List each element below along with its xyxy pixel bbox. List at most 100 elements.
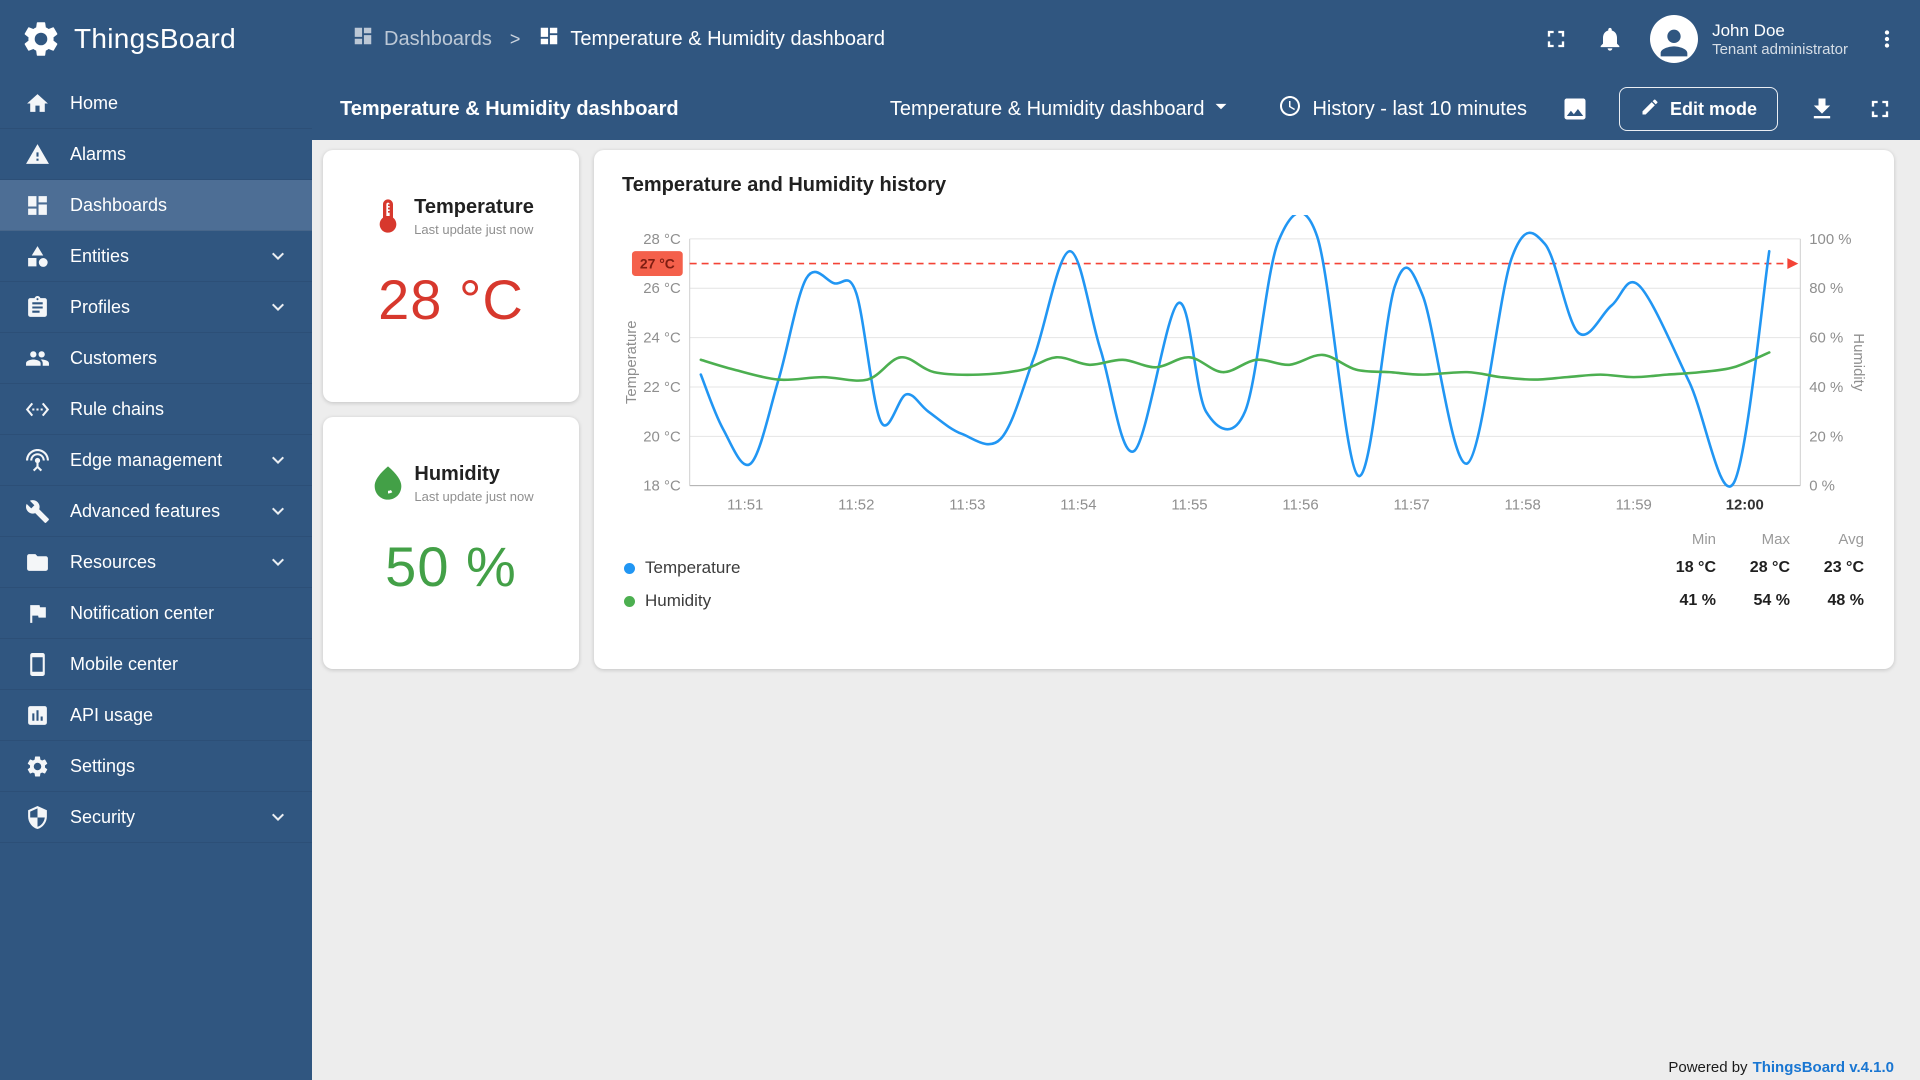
dashboard-title: Temperature & Humidity dashboard [340,97,679,120]
user-menu[interactable]: John Doe Tenant administrator [1650,15,1848,63]
state-select-label: Temperature & Humidity dashboard [889,97,1205,120]
sidebar-item-resources[interactable]: Resources [0,537,312,588]
history-chart-svg: 18 °C 20 °C 22 °C 24 °C 26 °C 28 °C 0 % 20 % 40 … [623,215,1866,514]
history-chart[interactable]: 18 °C 20 °C 22 °C 24 °C 26 °C 28 °C 0 % 20 % 40 … [622,215,1866,518]
powered-by-footer: Powered by ThingsBoard v.4.1.0 [1668,1059,1894,1076]
series-avg-value: 48 % [1827,592,1864,610]
toolbar-center: Temperature & Humidity dashboard History… [890,93,1527,125]
sidebar-item-label: Notification center [70,602,215,623]
sidebar-item-label: Resources [70,551,157,572]
fullscreen-icon[interactable] [1542,25,1570,53]
alarms-icon [25,142,50,167]
breadcrumb-current-dashboard[interactable]: Temperature & Humidity dashboard [538,25,885,53]
svg-text:20 %: 20 % [1809,428,1843,445]
series-max-value: 28 °C [1749,559,1790,577]
svg-text:11:51: 11:51 [727,497,763,514]
resources-icon [25,550,50,575]
timewindow-button[interactable]: History - last 10 minutes [1278,94,1527,124]
chart-legend: Min Max Avg Temperature 18 °C 28 °C 23 °C Humid… [622,528,1866,618]
sidebar-item-api-usage[interactable]: API usage [0,690,312,741]
clock-icon [1278,94,1302,124]
chevron-down-icon [266,805,290,829]
dashboard-toolbar: Temperature & Humidity dashboard Tempera… [312,78,1920,140]
svg-text:100 %: 100 % [1809,231,1851,248]
sidebar-item-label: Alarms [70,143,127,164]
sidebar-item-mobile-center[interactable]: Mobile center [0,639,312,690]
sidebar-item-label: Customers [70,347,158,368]
svg-text:18 °C: 18 °C [643,478,681,495]
legend-header-row: Min Max Avg [624,528,1864,552]
sidebar-item-label: Dashboards [70,194,168,215]
svg-text:11:54: 11:54 [1060,497,1096,514]
image-icon[interactable] [1561,95,1589,123]
dashboard-content: Temperature Last update just now 28 °C H… [312,140,1920,1080]
more-vert-icon[interactable] [1874,26,1900,52]
sidebar: ThingsBoard Home Alarms Dashboards Entities… [0,0,312,1080]
temperature-widget-subtitle: Last update just now [414,222,534,237]
legend-series-toggle[interactable]: Temperature [624,558,1642,578]
sidebar-item-alarms[interactable]: Alarms [0,129,312,180]
sidebar-item-entities[interactable]: Entities [0,231,312,282]
mobile-center-icon [25,652,50,677]
sidebar-item-label: Security [70,806,136,827]
legend-series-toggle[interactable]: Humidity [624,591,1642,611]
series-color-dot [624,562,635,574]
chevron-down-icon [266,295,290,319]
home-icon [25,91,50,116]
notifications-bell-icon[interactable] [1596,25,1624,53]
security-icon [25,805,50,830]
svg-text:40 %: 40 % [1809,379,1843,396]
fullscreen-icon[interactable] [1866,95,1894,123]
avatar [1650,15,1699,63]
sidebar-item-customers[interactable]: Customers [0,333,312,384]
sidebar-item-edge-management[interactable]: Edge management [0,435,312,486]
edit-mode-label: Edit mode [1669,98,1757,119]
timewindow-label: History - last 10 minutes [1312,97,1527,120]
thermometer-icon [368,196,408,241]
svg-text:11:59: 11:59 [1616,497,1652,514]
svg-text:26 °C: 26 °C [643,280,681,297]
sidebar-item-label: Edge management [70,449,223,470]
dashboard-state-select[interactable]: Temperature & Humidity dashboard [890,93,1235,125]
chevron-down-icon [266,550,290,574]
entities-icon [25,244,50,269]
notification-center-icon [25,601,50,626]
sidebar-item-label: Home [70,92,119,113]
temperature-widget: Temperature Last update just now 28 °C [323,150,579,402]
sidebar-item-profiles[interactable]: Profiles [0,282,312,333]
svg-text:24 °C: 24 °C [643,330,681,347]
humidity-value: 50 % [385,535,517,598]
user-role: Tenant administrator [1712,41,1848,59]
temperature-value: 28 °C [378,268,524,331]
sidebar-item-dashboards[interactable]: Dashboards [0,180,312,231]
sidebar-item-notification-center[interactable]: Notification center [0,588,312,639]
svg-text:22 °C: 22 °C [643,379,681,396]
humidity-widget-title: Humidity [414,463,500,485]
humidity-widget-subtitle: Last update just now [414,489,534,504]
sidebar-item-rule-chains[interactable]: Rule chains [0,384,312,435]
download-icon[interactable] [1808,95,1836,123]
edge-management-icon [25,448,50,473]
svg-text:12:00: 12:00 [1726,497,1764,514]
legend-row-temperature: Temperature 18 °C 28 °C 23 °C [624,552,1864,585]
sidebar-item-settings[interactable]: Settings [0,741,312,792]
sidebar-item-label: Mobile center [70,653,179,674]
user-name: John Doe [1712,20,1785,40]
pencil-icon [1640,97,1660,122]
brand-logo[interactable]: ThingsBoard [0,0,312,78]
legend-column-header: Max [1761,531,1790,549]
breadcrumb-dashboards[interactable]: Dashboards [352,25,492,53]
dashboards-icon [25,193,50,218]
series-color-dot [624,595,635,607]
sidebar-item-security[interactable]: Security [0,792,312,843]
user-info: John Doe Tenant administrator [1712,20,1848,58]
edit-mode-button[interactable]: Edit mode [1618,87,1778,131]
sidebar-item-label: Settings [70,755,136,776]
chart-title: Temperature and Humidity history [622,174,947,196]
sidebar-item-advanced-features[interactable]: Advanced features [0,486,312,537]
sidebar-item-home[interactable]: Home [0,78,312,129]
toolbar-actions: Edit mode [1561,87,1894,131]
series-avg-value: 23 °C [1823,559,1864,577]
sidebar-nav: Home Alarms Dashboards Entities Profiles Cust… [0,78,312,843]
thingsboard-version-link[interactable]: ThingsBoard v.4.1.0 [1753,1059,1894,1076]
